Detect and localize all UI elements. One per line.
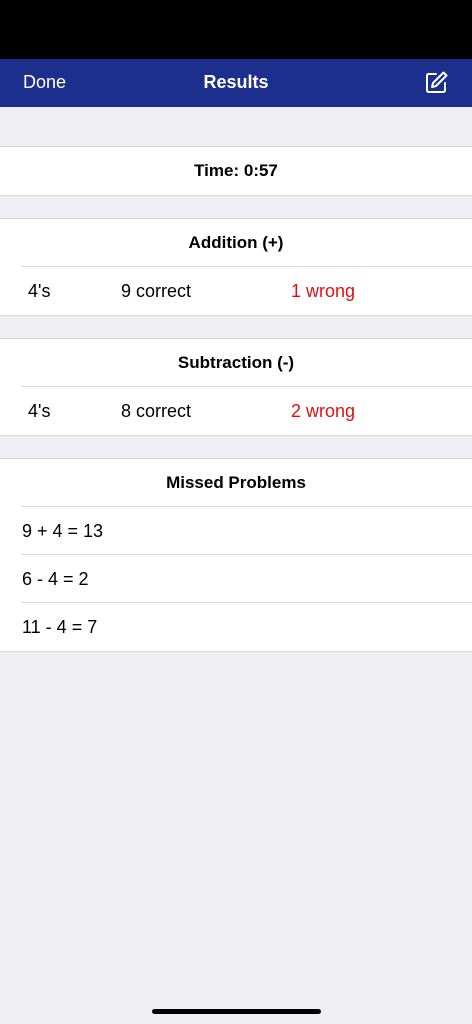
addition-correct: 9 correct <box>121 280 192 301</box>
subtraction-level: 4's <box>28 400 51 421</box>
subtraction-header: Subtraction (-) <box>0 339 472 387</box>
addition-result-row: 4's 9 correct 1 wrong <box>0 267 472 315</box>
addition-wrong: 1 wrong <box>291 280 356 301</box>
missed-problem-item: 9 + 4 = 13 <box>0 507 472 555</box>
addition-section: Addition (+) 4's 9 correct 1 wrong <box>0 218 472 316</box>
time-card: Time: 0:57 <box>0 146 472 196</box>
missed-problem-item: 11 - 4 = 7 <box>22 616 98 637</box>
time-label: Time: 0:57 <box>194 161 278 180</box>
page-title: Results <box>203 72 269 92</box>
addition-level: 4's <box>28 280 51 301</box>
missed-problems-header: Missed Problems <box>0 459 472 507</box>
subtraction-result-row: 4's 8 correct 2 wrong <box>0 387 472 435</box>
missed-problem-item: 6 - 4 = 2 <box>0 555 472 603</box>
status-bar <box>0 0 472 59</box>
addition-header: Addition (+) <box>0 219 472 267</box>
subtraction-section: Subtraction (-) 4's 8 correct 2 wrong <box>0 338 472 436</box>
navigation-bar: Done Results <box>0 59 472 107</box>
home-indicator[interactable] <box>152 1009 321 1014</box>
compose-icon[interactable] <box>423 70 449 96</box>
subtraction-correct: 8 correct <box>121 400 192 421</box>
missed-problems-section: Missed Problems 9 + 4 = 13 6 - 4 = 2 11 … <box>0 458 472 652</box>
subtraction-wrong: 2 wrong <box>291 400 356 421</box>
